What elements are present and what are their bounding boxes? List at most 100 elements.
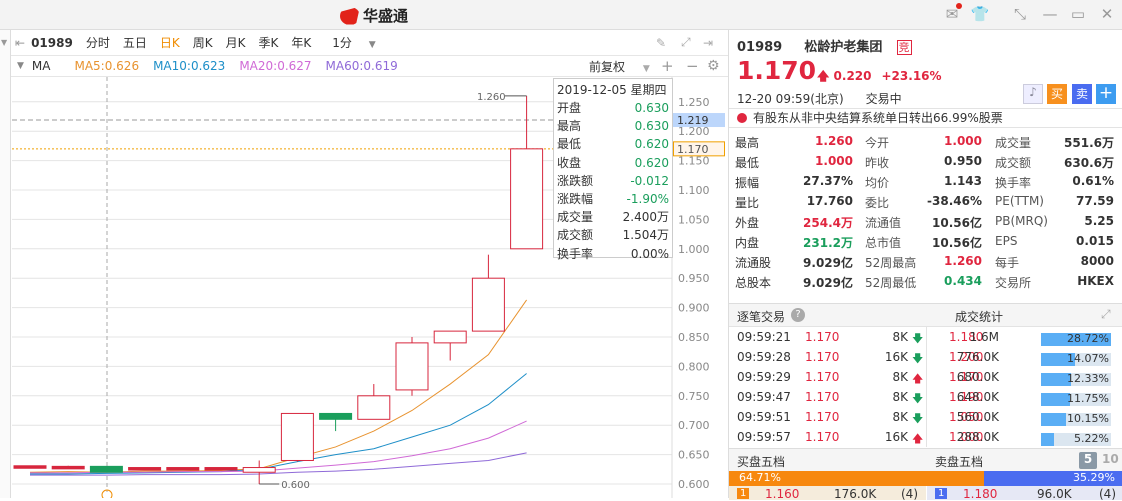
- stat-label: 内盘: [735, 236, 760, 250]
- candle-body: [166, 467, 200, 471]
- depth-10-button[interactable]: 10: [1102, 452, 1119, 466]
- candle-body: [89, 465, 123, 473]
- trade-volume: 8K: [892, 390, 908, 404]
- collapse-left-icon[interactable]: ⇤: [15, 36, 25, 50]
- trades-title: 逐笔交易: [737, 310, 786, 324]
- buy-button[interactable]: 买: [1047, 84, 1067, 104]
- depth-5-button[interactable]: 5: [1079, 452, 1097, 469]
- skin-icon[interactable]: 👕: [970, 5, 990, 23]
- add-watchlist-button[interactable]: +: [1096, 84, 1116, 104]
- ma20-value: MA20:0.627: [239, 59, 312, 73]
- ask-volume: 96.0K: [1037, 487, 1072, 501]
- tooltip-label: 最高: [557, 119, 582, 134]
- trade-price: 1.170: [805, 330, 840, 344]
- collapse-right-icon[interactable]: ⇥: [703, 36, 713, 50]
- app-logo: 华盛通: [340, 5, 408, 26]
- y-tick-label: 0.600: [678, 478, 710, 491]
- expand-icon[interactable]: ⤢: [1101, 307, 1111, 322]
- tab-weekly-k[interactable]: 周K: [193, 34, 213, 51]
- stat-volume: 560.0K: [956, 410, 999, 424]
- stat-value: 254.4万: [803, 216, 853, 230]
- tooltip-value: 0.620: [634, 137, 669, 152]
- stat-pct: 10.15%: [1067, 412, 1109, 425]
- maximize-icon[interactable]: ▭: [1068, 5, 1088, 23]
- up-arrow-icon: 🡅: [817, 69, 830, 83]
- alert-bell-icon[interactable]: ♪: [1023, 84, 1043, 104]
- close-icon[interactable]: ✕: [1097, 5, 1117, 23]
- indicator-select[interactable]: MA: [32, 59, 51, 73]
- sell-depth-title: 卖盘五档: [935, 455, 984, 469]
- trade-time: 09:59:29: [737, 370, 791, 384]
- tooltip-label: 成交量: [557, 210, 594, 225]
- pencil-icon[interactable]: ✎: [656, 36, 666, 50]
- minimize-icon[interactable]: —: [1040, 5, 1060, 23]
- tooltip-label: 最低: [557, 137, 582, 152]
- sell-pct: 35.29%: [1073, 471, 1115, 484]
- remove-indicator-icon[interactable]: −: [686, 57, 699, 75]
- stat-label: PE(TTM): [995, 194, 1044, 208]
- settings-gear-icon[interactable]: ⚙: [707, 58, 720, 74]
- stat-value: 0.434: [944, 274, 982, 288]
- tab-daily-k[interactable]: 日K: [160, 34, 180, 51]
- trade-stat-row: 1.050 560.0K 10.15%: [927, 410, 1122, 430]
- tab-yearly-k[interactable]: 年K: [291, 34, 311, 51]
- help-icon[interactable]: ?: [791, 308, 805, 322]
- tooltip-label: 收盘: [557, 155, 582, 170]
- y-tick-label: 1.100: [678, 184, 710, 197]
- trade-time: 09:59:57: [737, 430, 791, 444]
- stat-label: 52周最低: [865, 276, 917, 290]
- tooltip-row: 成交量 2.400万: [557, 208, 669, 226]
- ask-orders: (4): [1099, 487, 1116, 501]
- stat-value: HKEX: [1077, 274, 1114, 288]
- y-tick-label: 1.150: [678, 155, 710, 168]
- ma-line-ma5: [29, 299, 528, 473]
- tooltip-row: 涨跌额 -0.012: [557, 172, 669, 190]
- trade-price: 1.170: [805, 410, 840, 424]
- trade-row: 09:59:51 1.170 8K 🡇: [729, 410, 926, 430]
- notice-bar[interactable]: 有股东从非中央结算系统单日转出66.99%股票: [729, 108, 1122, 128]
- stat-value: 551.6万: [1064, 136, 1114, 150]
- tooltip-row: 涨跌幅 -1.90%: [557, 190, 669, 208]
- y-tick-label: 1.200: [678, 125, 710, 138]
- stat-volume: 776.0K: [956, 350, 999, 364]
- candle-body: [280, 412, 314, 461]
- y-tick-label: 0.650: [678, 449, 710, 462]
- quote-time: 12-20 09:59(北京): [737, 92, 844, 106]
- shrink-icon[interactable]: ⤡: [1010, 5, 1030, 23]
- auction-badge: 竞: [896, 40, 912, 55]
- trade-volume: 16K: [884, 430, 908, 444]
- tab-intraday[interactable]: 分时: [86, 34, 110, 51]
- tooltip-value: 0.630: [634, 101, 669, 115]
- stat-label: 总市值: [865, 236, 902, 250]
- tab-quarterly-k[interactable]: 季K: [258, 34, 278, 51]
- ask-price: 1.180: [963, 487, 998, 501]
- tab-monthly-k[interactable]: 月K: [226, 34, 246, 51]
- fullscreen-icon[interactable]: ⤢: [681, 35, 691, 50]
- stat-value: 630.6万: [1064, 156, 1114, 170]
- up-arrow-icon: 🡅: [912, 432, 924, 445]
- y-tick-label: 0.850: [678, 331, 710, 344]
- trade-row: 09:59:47 1.170 8K 🡇: [729, 390, 926, 410]
- candle-body: [433, 330, 467, 344]
- high-label: 1.260: [477, 92, 506, 103]
- trade-stat-row: 1.000 288.0K 5.22%: [927, 430, 1122, 450]
- trade-row: 09:59:57 1.170 16K 🡅: [729, 430, 926, 450]
- sell-button[interactable]: 卖: [1072, 84, 1092, 104]
- up-arrow-icon: 🡅: [912, 372, 924, 385]
- stat-value: -38.46%: [927, 194, 982, 208]
- adjust-select[interactable]: 前复权 ▼: [589, 58, 664, 75]
- tooltip-value: -0.012: [630, 173, 669, 188]
- chevron-down-icon[interactable]: ▼: [17, 61, 24, 71]
- stat-volume: 680.0K: [956, 370, 999, 384]
- candle-tooltip: 2019-12-05 星期四 开盘 0.630 最高 0.630 最低 0.620 收盘 0.…: [553, 78, 673, 261]
- stat-pct-bar: 11.75%: [1041, 392, 1111, 406]
- stat-pct: 5.22%: [1074, 432, 1109, 445]
- add-indicator-icon[interactable]: +: [661, 57, 674, 75]
- trades-header: 逐笔交易 ? 成交统计 ⤢: [729, 303, 1122, 327]
- tab-5day[interactable]: 五日: [123, 34, 147, 51]
- mail-icon[interactable]: ✉: [942, 3, 962, 23]
- interval-select[interactable]: 1分 ▼: [332, 34, 388, 51]
- y-tick-label: 0.700: [678, 419, 710, 432]
- candle-body: [204, 467, 238, 471]
- stat-value: 0.950: [944, 154, 982, 168]
